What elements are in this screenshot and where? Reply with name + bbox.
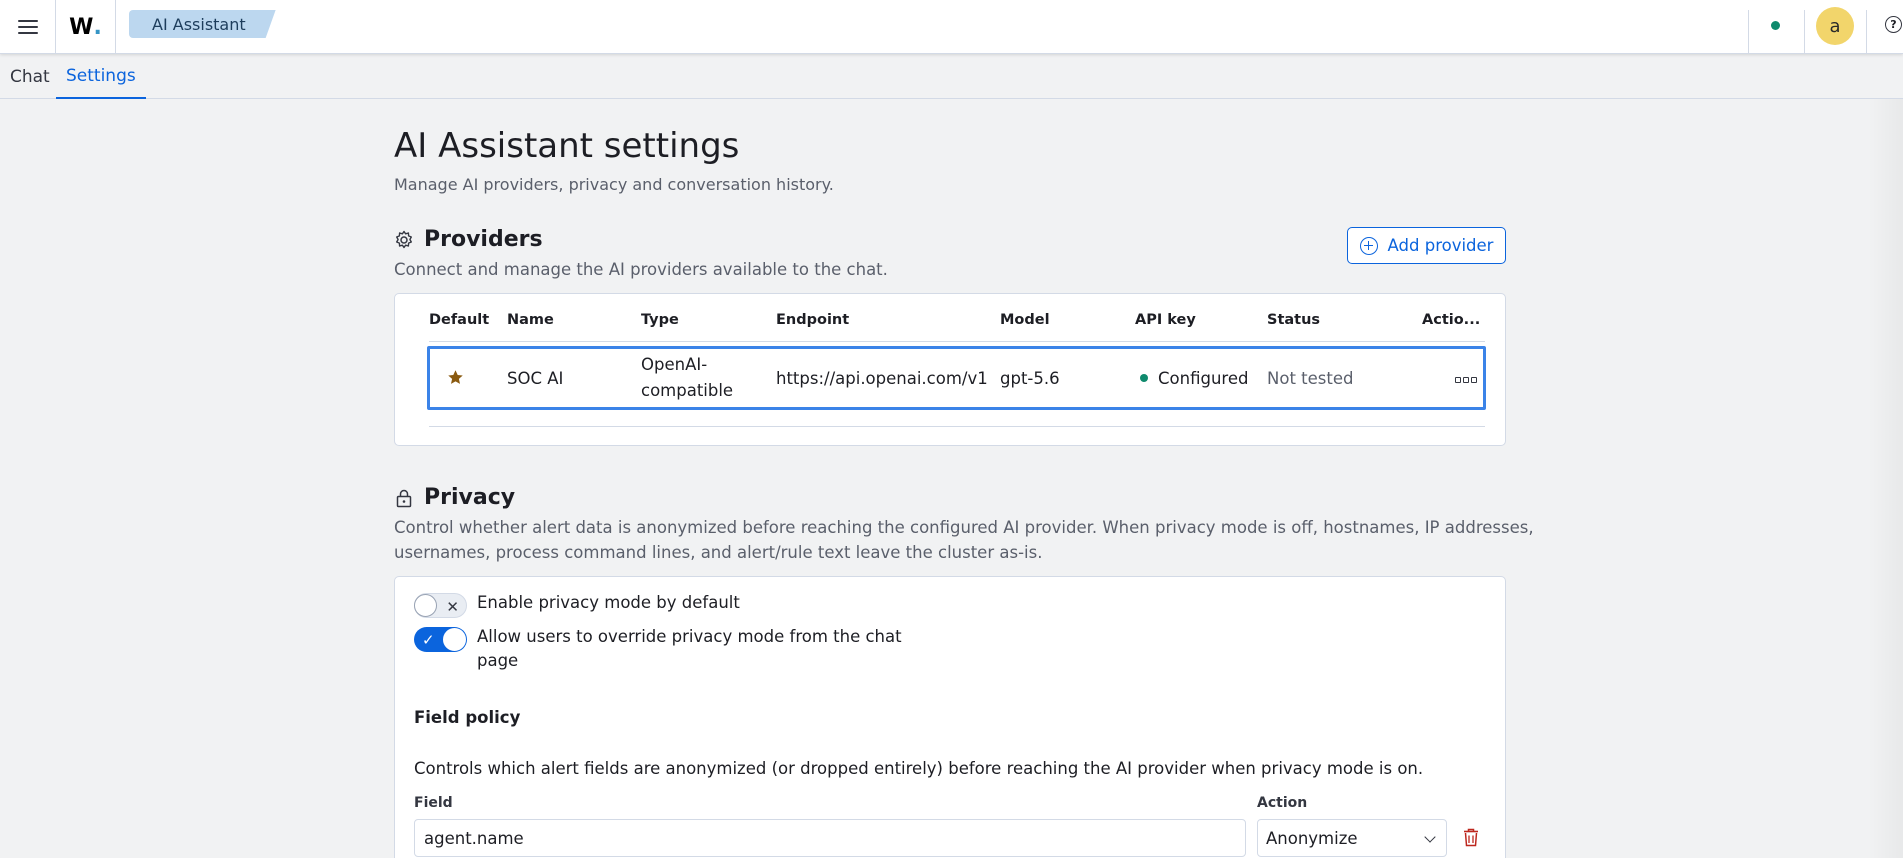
- breadcrumb-app[interactable]: AI Assistant: [129, 10, 276, 38]
- chevron-down-icon: [1424, 831, 1436, 843]
- header-divider: [1748, 10, 1749, 54]
- tab-bar: Chat Settings: [0, 55, 1903, 99]
- privacy-title: Privacy: [424, 485, 516, 510]
- table-row-divider: [429, 426, 1485, 427]
- page-title: AI Assistant settings: [394, 126, 740, 166]
- add-provider-label: Add provider: [1387, 236, 1494, 255]
- privacy-panel: ✕ Enable privacy mode by default ✓ Allow…: [394, 576, 1506, 858]
- lock-icon: [396, 489, 412, 507]
- action-column-label: Action: [1257, 795, 1308, 811]
- star-icon[interactable]: [447, 369, 464, 386]
- field-policy-description: Controls which alert fields are anonymiz…: [414, 759, 1424, 778]
- configured-dot-icon: [1140, 373, 1148, 382]
- add-circle-icon: [1359, 236, 1378, 255]
- header-divider: [1866, 10, 1867, 54]
- column-header-status[interactable]: Status: [1267, 312, 1320, 328]
- allow-override-label-line2: page: [477, 651, 519, 670]
- column-header-api-key[interactable]: API key: [1135, 312, 1196, 328]
- privacy-mode-label: Enable privacy mode by default: [477, 593, 740, 612]
- toggle-knob: [443, 628, 466, 651]
- trash-icon[interactable]: [1462, 827, 1480, 847]
- header-divider: [1804, 10, 1805, 54]
- tab-settings[interactable]: Settings: [56, 55, 146, 99]
- column-header-model[interactable]: Model: [1000, 312, 1050, 328]
- help-icon[interactable]: ?: [1885, 16, 1902, 33]
- column-header-endpoint[interactable]: Endpoint: [776, 312, 849, 328]
- field-column-label: Field: [414, 795, 453, 811]
- hamburger-icon: [17, 19, 38, 35]
- providers-heading: Providers: [394, 227, 543, 252]
- toggle-knob: [414, 594, 437, 617]
- providers-description: Connect and manage the AI providers avai…: [394, 260, 888, 279]
- column-header-name[interactable]: Name: [507, 312, 554, 328]
- table-header-divider: [429, 341, 1485, 342]
- field-action-value: Anonymize: [1266, 828, 1358, 848]
- column-header-default[interactable]: Default: [429, 312, 489, 328]
- logo-dot: .: [93, 14, 102, 40]
- api-key-text: Configured: [1158, 369, 1249, 388]
- allow-override-label-line1: Allow users to override privacy mode fro…: [477, 627, 902, 646]
- add-provider-button[interactable]: Add provider: [1347, 227, 1506, 264]
- cross-icon: ✕: [446, 598, 459, 616]
- providers-title: Providers: [424, 227, 543, 252]
- app-logo[interactable]: W.: [56, 0, 116, 54]
- row-actions-icon[interactable]: [1455, 377, 1477, 385]
- provider-model: gpt-5.6: [1000, 369, 1060, 388]
- gear-icon: [396, 230, 412, 248]
- field-policy-title: Field policy: [414, 708, 521, 727]
- user-avatar[interactable]: a: [1816, 7, 1854, 45]
- provider-endpoint: https://api.openai.com/v1: [776, 369, 988, 388]
- field-action-select[interactable]: Anonymize: [1257, 819, 1447, 857]
- privacy-heading: Privacy: [394, 485, 515, 510]
- provider-type-line1: OpenAI-: [641, 355, 708, 374]
- check-icon: ✓: [422, 631, 435, 649]
- health-status-icon[interactable]: [1771, 21, 1780, 30]
- top-header: W. AI Assistant a ?: [0, 0, 1903, 54]
- provider-type-line2: compatible: [641, 381, 734, 400]
- menu-button[interactable]: [0, 0, 56, 54]
- field-name-input[interactable]: agent.name: [414, 819, 1246, 857]
- tab-chat[interactable]: Chat: [10, 55, 50, 99]
- column-header-type[interactable]: Type: [641, 312, 679, 328]
- logo-letter: W: [69, 14, 94, 40]
- provider-status: Not tested: [1267, 369, 1354, 388]
- page-scroll-edge: [1868, 99, 1903, 858]
- privacy-mode-toggle[interactable]: ✕: [414, 593, 467, 618]
- providers-table-panel: Default Name Type Endpoint Model API key…: [394, 293, 1506, 446]
- provider-name: SOC AI: [507, 369, 564, 388]
- page-subtitle: Manage AI providers, privacy and convers…: [394, 175, 834, 194]
- allow-override-toggle[interactable]: ✓: [414, 627, 467, 652]
- column-header-actions[interactable]: Actio...: [1422, 312, 1480, 328]
- privacy-description-line2: usernames, process command lines, and al…: [394, 543, 1043, 562]
- privacy-description-line1: Control whether alert data is anonymized…: [394, 518, 1534, 537]
- table-row[interactable]: SOC AI OpenAI- compatible https://api.op…: [427, 346, 1486, 410]
- api-key-status: Configured: [1140, 369, 1248, 388]
